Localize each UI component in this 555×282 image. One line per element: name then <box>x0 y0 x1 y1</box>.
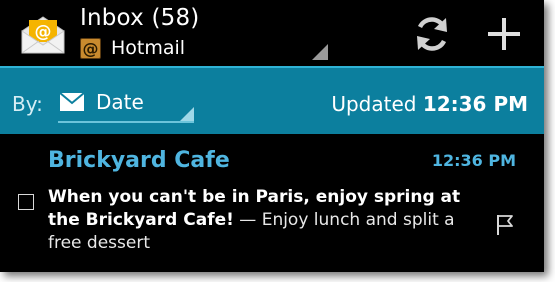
refresh-button[interactable] <box>410 12 454 56</box>
compose-button[interactable] <box>482 12 526 56</box>
message-snippet: When you can't be in Paris, enjoy spring… <box>48 186 478 255</box>
account-dropdown-indicator[interactable] <box>312 44 328 60</box>
message-select-checkbox[interactable] <box>18 194 34 210</box>
message-sender: Brickyard Cafe <box>48 148 230 173</box>
action-bar: @ Inbox (58) @ Hotmail <box>0 0 544 66</box>
page-title: Inbox (58) <box>80 5 200 31</box>
updated-label: Updated <box>331 92 417 116</box>
sort-dropdown-underline <box>58 121 194 123</box>
sort-bar: By: Date Updated 12:36 PM <box>0 66 544 134</box>
sort-dropdown-indicator <box>180 107 194 121</box>
svg-text:@: @ <box>35 22 52 42</box>
envelope-icon <box>60 93 84 111</box>
message-list-item[interactable]: Brickyard Cafe 12:36 PM When you can't b… <box>0 134 544 272</box>
flag-icon <box>497 215 513 235</box>
updated-time: 12:36 PM <box>422 92 528 116</box>
account-name: Hotmail <box>111 37 186 59</box>
refresh-icon <box>417 17 447 51</box>
account-selector[interactable]: @ Hotmail <box>80 36 185 60</box>
sort-dropdown[interactable]: Date <box>58 85 194 123</box>
email-app-icon[interactable]: @ <box>20 15 66 55</box>
hotmail-account-icon: @ <box>80 37 101 59</box>
last-updated: Updated 12:36 PM <box>331 92 528 116</box>
sort-by-label: By: <box>12 92 43 116</box>
email-app-window: @ Inbox (58) @ Hotmail By: Date Updated … <box>0 0 544 272</box>
plus-icon <box>488 18 520 50</box>
flag-button[interactable] <box>495 214 515 236</box>
sort-value: Date <box>96 90 144 114</box>
message-time: 12:36 PM <box>431 151 516 170</box>
